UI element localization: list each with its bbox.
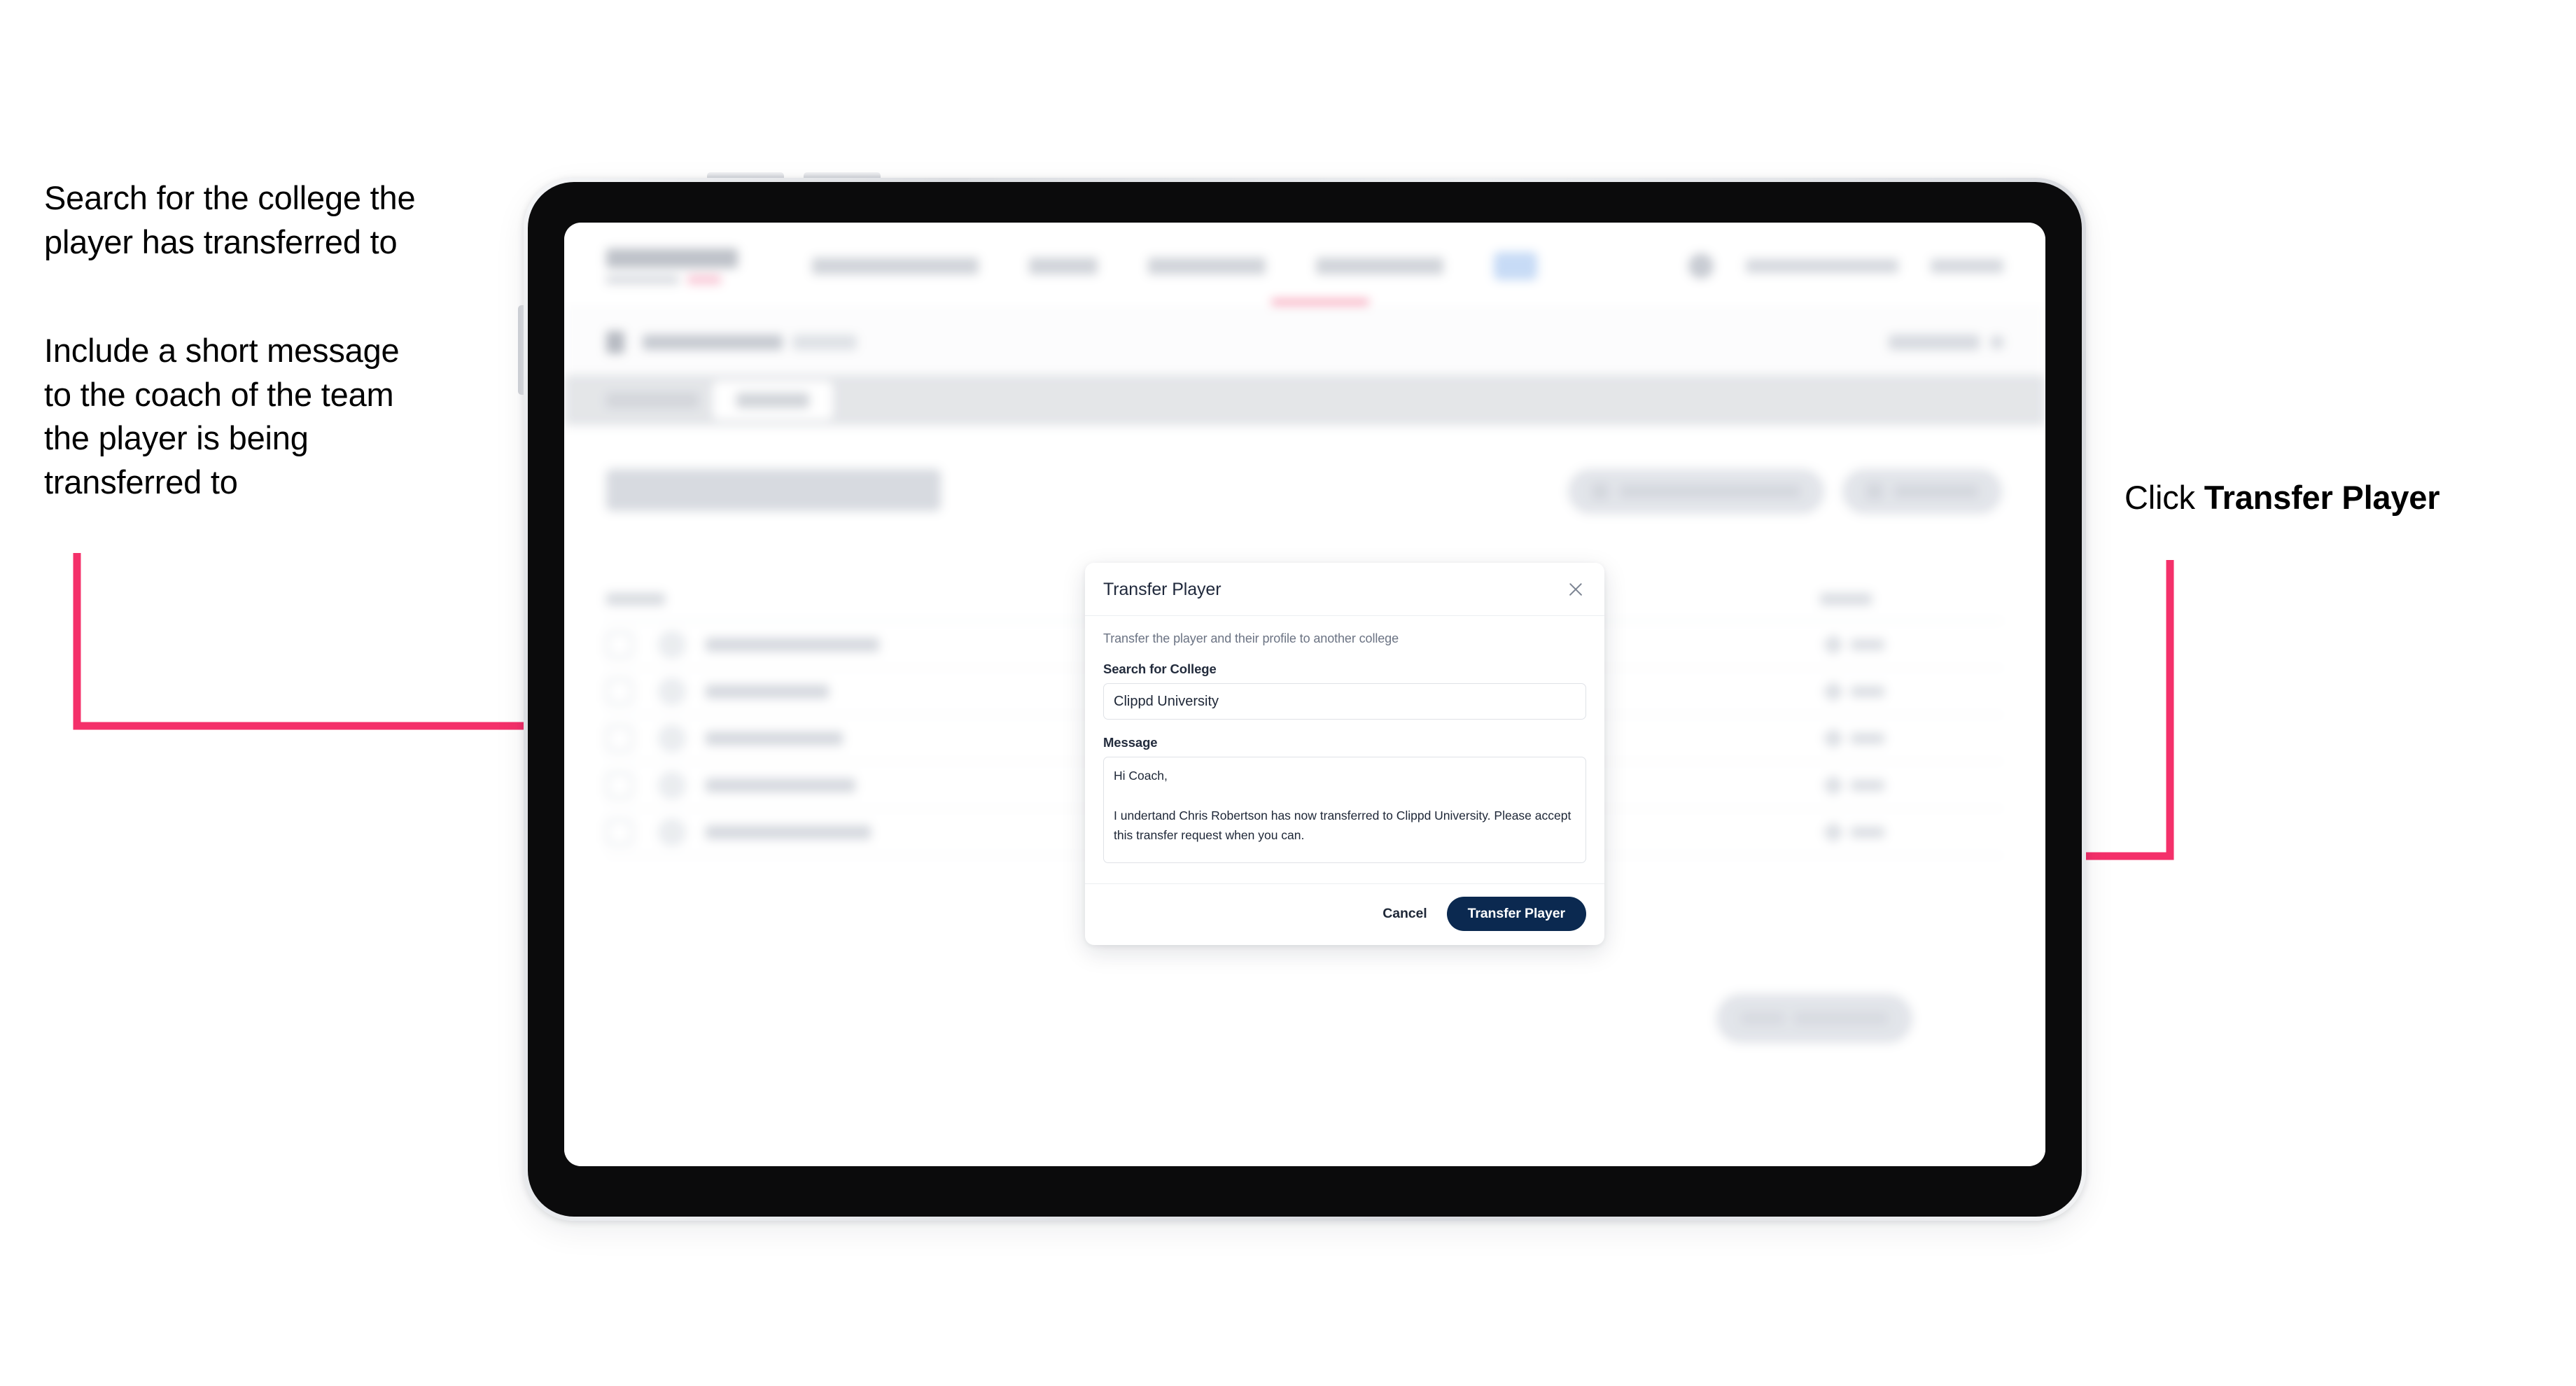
dialog-header: Transfer Player bbox=[1085, 563, 1604, 616]
message-textarea[interactable]: Hi Coach, I undertand Chris Robertson ha… bbox=[1103, 757, 1586, 863]
dialog-body: Transfer the player and their profile to… bbox=[1085, 616, 1604, 883]
close-icon[interactable] bbox=[1565, 579, 1586, 600]
dialog-title: Transfer Player bbox=[1103, 579, 1222, 599]
annotation-search-college: Search for the college the player has tr… bbox=[44, 179, 416, 260]
tablet-bezel: Transfer Player Transfer the player and … bbox=[528, 182, 2082, 1217]
search-college-label: Search for College bbox=[1103, 662, 1217, 676]
annotation-right-emphasis: Transfer Player bbox=[2204, 479, 2440, 516]
search-college-input[interactable] bbox=[1103, 683, 1586, 720]
cancel-button[interactable]: Cancel bbox=[1381, 902, 1428, 926]
tablet-screen: Transfer Player Transfer the player and … bbox=[564, 223, 2045, 1166]
screenshot-canvas: Search for the college the player has tr… bbox=[0, 0, 2576, 1386]
transfer-player-submit-button[interactable]: Transfer Player bbox=[1446, 897, 1586, 931]
annotation-include-message: Include a short message to the coach of … bbox=[44, 332, 400, 500]
annotation-click-transfer-player: Click Transfer Player bbox=[2124, 476, 2558, 520]
annotation-right-prefix: Click bbox=[2124, 479, 2204, 516]
transfer-player-dialog: Transfer Player Transfer the player and … bbox=[1085, 563, 1604, 945]
message-label: Message bbox=[1103, 735, 1158, 750]
dialog-footer: Cancel Transfer Player bbox=[1085, 883, 1604, 945]
dialog-description: Transfer the player and their profile to… bbox=[1103, 631, 1399, 645]
tablet-device-frame: Transfer Player Transfer the player and … bbox=[524, 178, 2086, 1221]
